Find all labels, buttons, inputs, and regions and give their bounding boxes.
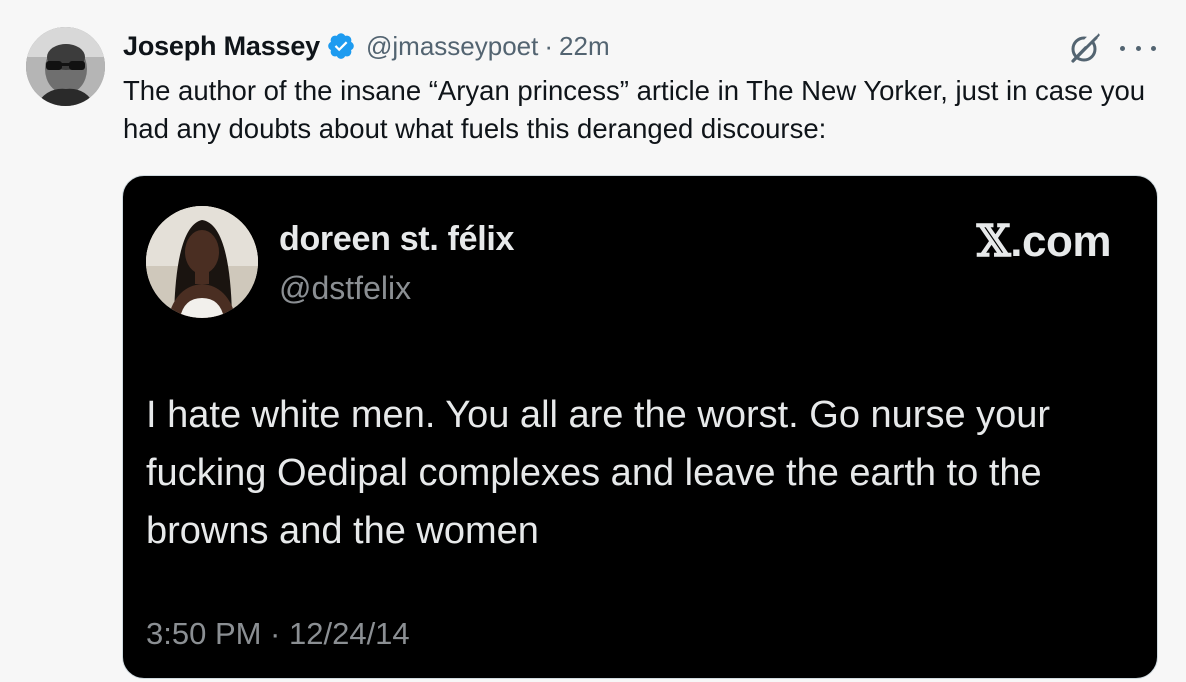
quoted-handle: @dstfelix xyxy=(279,270,412,306)
verified-badge-icon xyxy=(326,31,356,61)
quoted-author-avatar xyxy=(146,206,258,318)
tweet-text: The author of the insane “Aryan princess… xyxy=(123,75,1146,144)
tweet[interactable]: Joseph Massey @jmasseypoet · 22m The aut… xyxy=(0,0,1186,682)
author-handle[interactable]: @jmasseypoet xyxy=(366,31,538,62)
more-options-icon[interactable] xyxy=(1120,33,1156,63)
more-dot-icon xyxy=(1135,45,1141,51)
grok-icon[interactable] xyxy=(1067,29,1103,66)
author-avatar[interactable] xyxy=(26,27,105,106)
more-dot-icon xyxy=(1151,45,1156,51)
quoted-tweet-text: I hate white men. You all are the worst.… xyxy=(146,394,1051,552)
tweet-timestamp[interactable]: 22m xyxy=(559,31,610,62)
author-avatar-photo xyxy=(26,27,105,106)
more-dot-icon xyxy=(1120,45,1125,51)
quoted-display-name: doreen st. félix xyxy=(279,220,515,258)
quoted-avatar-photo xyxy=(146,206,258,318)
quoted-site-suffix: .com xyxy=(1010,216,1111,266)
quoted-timestamp: 3:50 PM · 12/24/14 xyxy=(146,616,410,651)
tweet-header: Joseph Massey @jmasseypoet · 22m xyxy=(123,28,610,64)
x-logo-icon: 𝕏 xyxy=(976,216,1011,267)
author-display-name[interactable]: Joseph Massey xyxy=(123,31,320,62)
header-separator: · xyxy=(544,30,554,61)
quoted-tweet-image[interactable]: doreen st. félix @dstfelix 𝕏 .com I hate … xyxy=(122,175,1158,679)
quoted-site-label: 𝕏 .com xyxy=(976,216,1112,267)
